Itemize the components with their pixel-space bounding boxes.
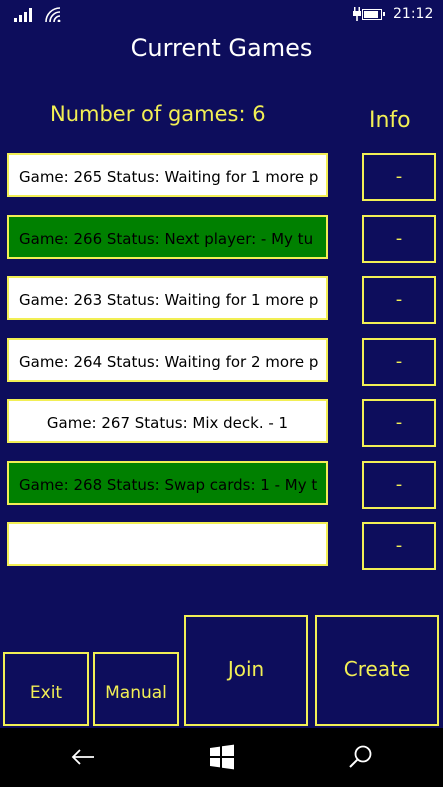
game-row-empty[interactable]: [7, 522, 328, 566]
game-row[interactable]: Game: 267 Status: Mix deck. - 1: [7, 399, 328, 443]
info-button[interactable]: -: [362, 215, 436, 263]
search-icon[interactable]: [345, 742, 375, 772]
join-button[interactable]: Join: [184, 615, 308, 726]
exit-button[interactable]: Exit: [3, 652, 89, 726]
signal-icon: [14, 8, 32, 22]
manual-button[interactable]: Manual: [93, 652, 179, 726]
game-row[interactable]: Game: 265 Status: Waiting for 1 more p: [7, 153, 328, 197]
create-button[interactable]: Create: [315, 615, 439, 726]
game-row[interactable]: Game: 263 Status: Waiting for 1 more p: [7, 276, 328, 320]
info-column-header: Info: [369, 108, 411, 133]
clock: 21:12: [393, 6, 434, 22]
game-row[interactable]: Game: 266 Status: Next player: - My tu: [7, 215, 328, 259]
games-count: Number of games: 6: [50, 102, 266, 126]
info-button[interactable]: -: [362, 399, 436, 447]
game-row[interactable]: Game: 264 Status: Waiting for 2 more p: [7, 338, 328, 382]
game-row[interactable]: Game: 268 Status: Swap cards: 1 - My t: [7, 461, 328, 505]
charging-icon: [353, 7, 361, 21]
page-title: Current Games: [130, 34, 313, 62]
info-button[interactable]: -: [362, 153, 436, 201]
info-button[interactable]: -: [362, 338, 436, 386]
status-bar: 21:12: [0, 0, 443, 30]
info-button[interactable]: -: [362, 461, 436, 509]
info-button[interactable]: -: [362, 522, 436, 570]
screen: 21:12 Current Games Number of games: 6 I…: [0, 0, 443, 787]
info-button[interactable]: -: [362, 276, 436, 324]
back-arrow-icon[interactable]: [68, 742, 98, 772]
battery-icon: [362, 9, 385, 20]
windows-start-icon[interactable]: [207, 742, 237, 772]
navigation-bar: [0, 728, 443, 787]
wifi-icon: [45, 7, 61, 22]
